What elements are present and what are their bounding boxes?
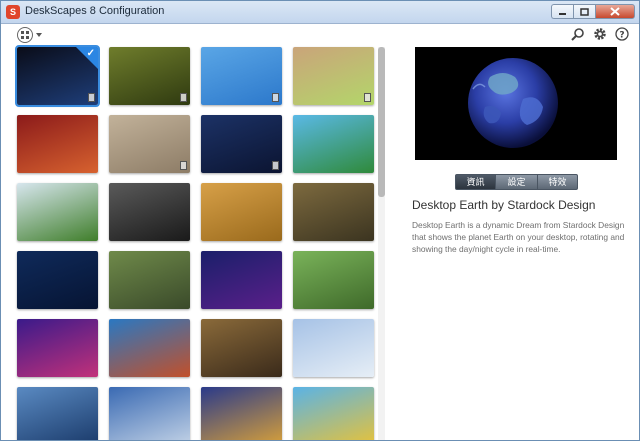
checkmark-icon: ✓ bbox=[86, 48, 95, 59]
dream-thumbnail-pink-flower[interactable] bbox=[293, 251, 374, 309]
maximize-button[interactable] bbox=[573, 4, 595, 19]
dream-thumbnail-white-building[interactable] bbox=[293, 319, 374, 377]
video-dream-icon bbox=[364, 93, 371, 102]
view-mode-button[interactable] bbox=[17, 26, 43, 44]
help-icon[interactable]: ? bbox=[615, 27, 629, 41]
earth-preview-graphic bbox=[415, 47, 617, 160]
preview-image bbox=[415, 47, 617, 160]
window-title: DeskScapes 8 Configuration bbox=[25, 5, 165, 17]
svg-text:?: ? bbox=[619, 31, 624, 41]
video-dream-icon bbox=[272, 93, 279, 102]
dream-thumbnail-sand-ripples[interactable] bbox=[109, 115, 190, 173]
toolbar: ? bbox=[1, 23, 639, 45]
dream-thumbnail-nest[interactable] bbox=[293, 183, 374, 241]
dream-thumbnail-space-needle[interactable] bbox=[109, 319, 190, 377]
dream-thumbnail-colorful-city[interactable] bbox=[293, 387, 374, 440]
gear-icon[interactable] bbox=[593, 27, 607, 41]
dream-thumbnail-gold-curves[interactable] bbox=[201, 319, 282, 377]
video-dream-icon bbox=[272, 161, 279, 170]
scrollbar-thumb[interactable] bbox=[378, 47, 385, 197]
tab-info[interactable]: 資訊 bbox=[455, 174, 496, 190]
close-button[interactable] bbox=[595, 4, 635, 19]
close-icon bbox=[610, 7, 620, 16]
dream-thumbnail-chess-knight[interactable] bbox=[109, 183, 190, 241]
dream-thumbnail-planets[interactable] bbox=[17, 251, 98, 309]
dream-thumbnail-blue-abstract[interactable] bbox=[201, 47, 282, 105]
dream-title: Desktop Earth by Stardock Design bbox=[412, 198, 596, 212]
dream-description: Desktop Earth is a dynamic Dream from St… bbox=[412, 220, 625, 254]
toolbar-icons: ? bbox=[571, 27, 629, 41]
dream-thumbnail-sphere-building[interactable] bbox=[109, 387, 190, 440]
video-dream-icon bbox=[180, 93, 187, 102]
dream-thumbnail-grass[interactable] bbox=[109, 47, 190, 105]
dream-grid: ✓ bbox=[1, 45, 386, 440]
dream-thumbnail-stars-snow[interactable] bbox=[201, 115, 282, 173]
dream-thumbnail-diner[interactable] bbox=[17, 115, 98, 173]
dream-thumbnail-tree-trunk[interactable] bbox=[293, 47, 374, 105]
tab-settings[interactable]: 設定 bbox=[496, 174, 538, 190]
dream-thumbnail-arches[interactable] bbox=[201, 387, 282, 440]
dream-thumbnail-earth[interactable]: ✓ bbox=[15, 45, 100, 107]
grid-scrollbar[interactable] bbox=[378, 47, 385, 440]
video-dream-icon bbox=[88, 93, 95, 102]
dream-thumbnail-sound-wave[interactable] bbox=[17, 319, 98, 377]
maximize-icon bbox=[580, 7, 589, 16]
app-logo-icon: S bbox=[6, 5, 20, 19]
detail-tabs: 資訊 設定 特效 bbox=[455, 174, 578, 190]
dream-thumbnail-floating-island[interactable] bbox=[293, 115, 374, 173]
video-dream-icon bbox=[180, 161, 187, 170]
minimize-icon bbox=[559, 12, 566, 15]
title-bar[interactable]: S DeskScapes 8 Configuration bbox=[1, 1, 639, 24]
window-controls bbox=[551, 4, 635, 20]
dream-thumbnail-road-trees[interactable] bbox=[109, 251, 190, 309]
tab-effects[interactable]: 特效 bbox=[538, 174, 578, 190]
dream-thumbnail-aurora[interactable] bbox=[201, 251, 282, 309]
search-icon[interactable] bbox=[571, 27, 585, 41]
dream-thumbnail-wheat[interactable] bbox=[201, 183, 282, 241]
dream-thumbnail-blue-architecture[interactable] bbox=[17, 387, 98, 440]
minimize-button[interactable] bbox=[551, 4, 573, 19]
grid-view-icon bbox=[17, 27, 42, 43]
app-window: S DeskScapes 8 Configuration ? ✓ 資訊 設定 特… bbox=[0, 0, 640, 441]
dream-thumbnail-golf-ball[interactable] bbox=[17, 183, 98, 241]
